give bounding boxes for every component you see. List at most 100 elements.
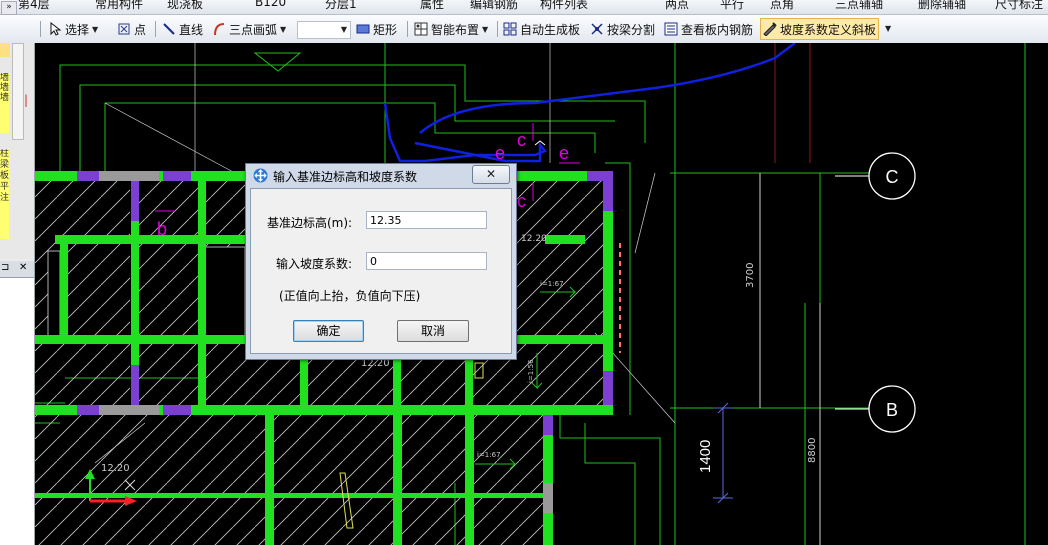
draw-toolbar: 选择 ▼ 点 直线 三点画弧 ▼ ▼ 矩形 智能布置 ▼ 自动生成板 按梁分割 … [0, 15, 1048, 44]
view-slab-rebar-button[interactable]: 查看板内钢筋 [664, 19, 753, 39]
floor-select[interactable]: 第4层 [18, 0, 50, 12]
point-button[interactable]: 点 [117, 19, 146, 39]
left-panel: | 墙 墙 墙 柱 梁 板 平 注 ⊐ ✕ [0, 43, 35, 545]
opening [204, 246, 246, 338]
point-label: 点 [134, 22, 147, 37]
rectangle-icon [356, 24, 370, 34]
point-angle-button[interactable]: 点角 [770, 0, 794, 12]
component-type-select[interactable]: 常用构件 [95, 0, 143, 12]
slope-text: i=1:56 [527, 359, 535, 383]
panel-header: ⊐ ✕ [0, 261, 34, 278]
axis-label-b: B [886, 400, 898, 420]
arc-label: 三点画弧 [229, 22, 278, 37]
dialog-titlebar[interactable]: 输入基准边标高和坡度系数 ✕ [246, 164, 516, 186]
tree-scroll[interactable] [12, 43, 24, 140]
line-icon [163, 23, 175, 35]
two-point-button[interactable]: 两点 [665, 0, 689, 12]
edit-rebar-button[interactable]: 编辑钢筋 [470, 0, 518, 12]
tree-label: 墙 [0, 73, 9, 83]
tree-marker: | [24, 93, 29, 107]
tree-group-2[interactable]: 柱 梁 板 平 注 [0, 149, 9, 239]
tag-e: e [559, 143, 569, 163]
property-panel [0, 278, 34, 545]
elevation-text: 12.20 [521, 234, 547, 244]
top-toolbar: 第4层 常用构件 现浇板 B120 分层1 属性 编辑钢筋 构件列表 两点 平行… [0, 0, 1048, 15]
tag-c: c [517, 130, 526, 150]
elevation-input[interactable]: 12.35 [366, 211, 487, 229]
pin-icon[interactable]: ⊐ [1, 262, 9, 273]
arc-button[interactable]: 三点画弧 ▼ [212, 19, 286, 39]
slope-input[interactable]: 0 [366, 252, 487, 270]
close-button[interactable]: ✕ [472, 165, 510, 184]
tree-label: 板 [0, 171, 9, 181]
separator [497, 21, 498, 37]
slope-dialog: 输入基准边标高和坡度系数 ✕ 基准边标高(m): 12.35 输入坡度系数: 0… [245, 163, 517, 360]
tag-b: b [157, 219, 167, 239]
delete-axis-button[interactable]: 删除辅轴 [918, 0, 966, 12]
tree-label: 梁 [0, 160, 9, 170]
dialog-body: 基准边标高(m): 12.35 输入坡度系数: 0 (正值向上抬，负值向下压) … [250, 188, 512, 354]
arc-option-select[interactable]: ▼ [297, 21, 351, 39]
slope-label: 输入坡度系数: [276, 257, 353, 271]
auto-generate-label: 自动生成板 [520, 22, 581, 37]
layer-select[interactable]: 分层1 [325, 0, 357, 12]
axis-label-c: C [886, 167, 899, 187]
dim-8800: 8800 [807, 438, 818, 463]
slope-icon [763, 22, 777, 36]
select-button[interactable]: 选择 ▼ [48, 19, 98, 39]
rebar-view-icon [664, 22, 678, 36]
chevron-down-icon[interactable]: ▼ [885, 24, 891, 33]
separator [155, 21, 156, 37]
point-icon [118, 23, 130, 35]
separator [407, 21, 408, 37]
line-button[interactable]: 直线 [162, 19, 203, 39]
separator [40, 21, 41, 37]
cad-canvas[interactable]: C B 3700 8800 1400 12.20 12.20 12.20 i=1… [35, 43, 1048, 545]
slope-text: i=1:67 [477, 451, 501, 459]
dimension-button[interactable]: 尺寸标注 [995, 0, 1043, 12]
chevron-down-icon: ▼ [280, 24, 287, 34]
auto-generate-slab-button[interactable]: 自动生成板 [503, 19, 580, 39]
cancel-button[interactable]: 取消 [397, 320, 469, 342]
chevron-down-icon: ▼ [340, 25, 347, 34]
ok-button[interactable]: 确定 [293, 320, 364, 342]
dim-1400: 1400 [697, 440, 714, 473]
slope-slab-button[interactable]: 坡度系数定义斜板 [760, 18, 880, 40]
smart-layout-label: 智能布置 [431, 22, 480, 37]
arc-icon [214, 23, 225, 36]
component-list-button[interactable]: 构件列表 [540, 0, 588, 12]
dim-3700: 3700 [745, 263, 756, 288]
parallel-button[interactable]: 平行 [720, 0, 744, 12]
chevron-down-icon: ▼ [482, 24, 489, 34]
split-label: 按梁分割 [607, 22, 656, 37]
cursor-icon [50, 22, 62, 36]
property-button[interactable]: 属性 [420, 0, 444, 12]
three-point-axis-button[interactable]: 三点辅轴 [835, 0, 883, 12]
slope-text: i=1:67 [540, 280, 564, 288]
line-label: 直线 [179, 22, 204, 37]
split-by-beam-button[interactable]: 按梁分割 [590, 19, 655, 39]
hint-text: (正值向上抬，负值向下压) [279, 289, 421, 303]
smart-layout-icon [414, 22, 428, 36]
tree-label: 注 [0, 193, 9, 203]
tree-item[interactable] [0, 43, 10, 57]
rect-label: 矩形 [373, 22, 398, 37]
smart-layout-button[interactable]: 智能布置 ▼ [414, 19, 488, 39]
tree-group-1[interactable]: 墙 墙 墙 [0, 73, 9, 133]
component-name-select[interactable]: B120 [255, 0, 286, 9]
component-tree: | 墙 墙 墙 柱 梁 板 平 注 [0, 43, 34, 259]
component-select[interactable]: 现浇板 [167, 0, 203, 12]
rect-button[interactable]: 矩形 [356, 19, 397, 39]
tree-label: 墙 [0, 93, 9, 103]
slope-slab-label: 坡度系数定义斜板 [780, 22, 877, 37]
elevation-label: 基准边标高(m): [267, 216, 353, 230]
dialog-title: 输入基准边标高和坡度系数 [273, 170, 418, 184]
expand-toggle-icon[interactable]: » [1, 1, 17, 15]
select-label: 选择 [65, 22, 90, 37]
move-icon [253, 168, 268, 183]
tree-label: 墙 [0, 83, 9, 93]
opening [47, 250, 61, 337]
close-icon[interactable]: ✕ [19, 262, 27, 273]
tree-label: 柱 [0, 149, 9, 159]
grid-icon [503, 22, 517, 36]
